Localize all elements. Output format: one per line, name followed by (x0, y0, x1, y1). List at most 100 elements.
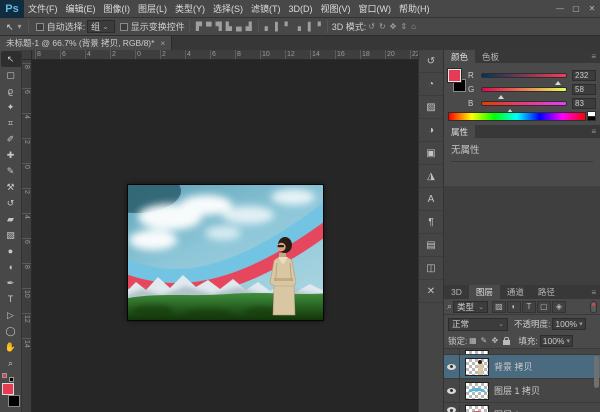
menu-item[interactable]: 选择(S) (209, 0, 247, 18)
close-button[interactable]: ✕ (584, 4, 600, 13)
tab-properties[interactable]: 属性 (444, 125, 475, 138)
maximize-button[interactable]: ▢ (568, 4, 584, 13)
blend-mode-dropdown[interactable]: 正常 ⌄ (448, 318, 508, 331)
minimize-button[interactable]: — (552, 4, 568, 13)
align-left-edges-icon[interactable]: ▛ (194, 19, 204, 35)
slider-thumb-icon[interactable] (555, 78, 561, 85)
panel-menu-icon[interactable]: ≡ (587, 285, 600, 299)
tab-color[interactable]: 颜色 (444, 50, 475, 63)
tab-channels[interactable]: 通道 (500, 285, 531, 299)
green-value[interactable]: 58 (572, 84, 596, 95)
tool-presets-panel-icon[interactable]: ✕ (419, 280, 443, 303)
color-spectrum-bar[interactable] (448, 112, 586, 121)
align-bottom-edges-icon[interactable]: ▟ (244, 19, 254, 35)
distribute-h-centers-icon[interactable]: ▐ (303, 19, 313, 35)
masks-panel-icon[interactable]: ▣ (419, 142, 443, 165)
layer-row[interactable]: 背景 拷贝 (444, 355, 600, 379)
distribute-bottom-icon[interactable]: ▘ (283, 19, 293, 35)
tab-swatches[interactable]: 色板 (475, 50, 506, 63)
menu-item[interactable]: 3D(D) (285, 0, 317, 18)
show-transform-checkbox[interactable] (120, 23, 128, 31)
panel-menu-icon[interactable]: ≡ (587, 50, 600, 63)
filter-smart-objects-icon[interactable]: ◈ (552, 301, 566, 313)
auto-select-dropdown[interactable]: 组 ⌄ (87, 20, 115, 33)
clone-source-panel-icon[interactable]: ◫ (419, 257, 443, 280)
fill-value[interactable]: 100% ▾ (540, 335, 573, 347)
visibility-eye-icon[interactable] (447, 407, 456, 412)
vertical-ruler[interactable]: 864202468101214 (22, 60, 32, 412)
layer-thumbnail[interactable] (465, 405, 489, 412)
eraser-tool[interactable]: ▰ (1, 211, 21, 227)
clone-stamp-tool[interactable]: ⚒ (1, 179, 21, 195)
info-panel-icon[interactable]: ◮ (419, 165, 443, 188)
green-slider[interactable] (481, 87, 567, 92)
background-swatch[interactable] (8, 395, 20, 407)
ellipse-tool[interactable]: ◯ (1, 323, 21, 339)
align-h-centers-icon[interactable]: ▀ (204, 19, 214, 35)
spectrum-black-swatch[interactable] (587, 116, 596, 121)
quick-selection-tool[interactable]: ✦ (1, 99, 21, 115)
crop-tool[interactable]: ⌗ (1, 115, 21, 131)
gradient-tool[interactable]: ▧ (1, 227, 21, 243)
canvas-image[interactable] (128, 185, 323, 320)
zoom-tool[interactable]: ⌕ (1, 355, 21, 371)
scrollbar[interactable] (594, 356, 599, 388)
align-right-edges-icon[interactable]: ▜ (214, 19, 224, 35)
3d-drag-icon[interactable]: ✥ (388, 19, 399, 35)
filter-toggle-icon[interactable] (590, 301, 597, 313)
lock-pixels-icon[interactable]: ✎ (478, 336, 489, 345)
eye-cell[interactable] (444, 405, 460, 412)
actions-panel-icon[interactable]: ▤ (419, 234, 443, 257)
menu-item[interactable]: 视图(V) (317, 0, 355, 18)
menu-item[interactable]: 窗口(W) (355, 0, 396, 18)
adjustments-panel-icon[interactable]: ◑ (419, 119, 443, 142)
tool-preset-caret-icon[interactable]: ▾ (16, 19, 24, 35)
menu-item[interactable]: 帮助(H) (395, 0, 434, 18)
red-value[interactable]: 232 (572, 70, 596, 81)
tab-3d[interactable]: 3D (444, 285, 469, 299)
blue-slider[interactable] (481, 101, 567, 106)
3d-roll-icon[interactable]: ↻ (377, 19, 388, 35)
distribute-top-icon[interactable]: ▖ (263, 19, 273, 35)
pen-tool[interactable]: ✒ (1, 275, 21, 291)
spot-healing-brush-tool[interactable]: ✚ (1, 147, 21, 163)
3d-scale-icon[interactable]: ⌂ (409, 19, 418, 35)
menu-item[interactable]: 文件(F) (24, 0, 62, 18)
filter-type-layers-icon[interactable]: T (522, 301, 536, 313)
menu-item[interactable]: 滤镜(T) (247, 0, 285, 18)
align-v-centers-icon[interactable]: ▄ (234, 19, 244, 35)
filter-kind-dropdown[interactable]: 类型 ⌄ (453, 301, 488, 313)
3d-rotate-icon[interactable]: ↺ (366, 19, 377, 35)
red-slider[interactable] (481, 73, 567, 78)
menu-item[interactable]: 图层(L) (134, 0, 171, 18)
panel-menu-icon[interactable]: ≡ (587, 125, 600, 138)
blur-tool[interactable]: ● (1, 243, 21, 259)
distribute-left-icon[interactable]: ▗ (293, 19, 303, 35)
layer-thumbnail[interactable] (465, 358, 489, 376)
layer-name[interactable]: 图层 1 拷贝 (494, 384, 540, 397)
type-tool[interactable]: T (1, 291, 21, 307)
lock-all-icon[interactable] (503, 340, 510, 345)
align-top-edges-icon[interactable]: ▙ (224, 19, 234, 35)
ruler-corner[interactable] (22, 50, 32, 60)
distribute-right-icon[interactable]: ▝ (313, 19, 323, 35)
layer-row[interactable]: 图层 1 拷贝 (444, 379, 600, 403)
eye-cell[interactable] (444, 379, 460, 402)
distribute-v-centers-icon[interactable]: ▌ (273, 19, 283, 35)
layer-thumbnail[interactable] (465, 350, 489, 355)
dodge-tool[interactable]: ◖ (1, 259, 21, 275)
filter-pixel-layers-icon[interactable]: ▨ (492, 301, 506, 313)
paragraph-panel-icon[interactable]: ¶ (419, 211, 443, 234)
marquee-tool[interactable]: ▢ (1, 67, 21, 83)
character-panel-icon[interactable]: A (419, 188, 443, 211)
navigator-panel-icon[interactable]: ◔ (419, 73, 443, 96)
filter-shape-layers-icon[interactable]: ▢ (537, 301, 551, 313)
eye-cell[interactable] (444, 355, 460, 378)
styles-panel-icon[interactable]: ▨ (419, 96, 443, 119)
tab-layers[interactable]: 图层 (469, 285, 500, 299)
foreground-swatch[interactable] (448, 69, 461, 82)
layer-row[interactable]: 图层 1 (444, 403, 600, 412)
hand-tool[interactable]: ✋ (1, 339, 21, 355)
layer-name[interactable]: 背景 拷贝 (494, 360, 533, 373)
canvas-area[interactable]: 86420246810121416182022 864202468101214 (22, 50, 418, 412)
